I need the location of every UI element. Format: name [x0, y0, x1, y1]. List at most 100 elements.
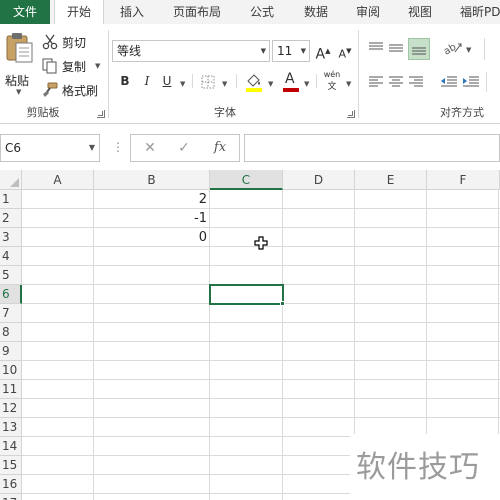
group-divider — [108, 30, 109, 118]
align-bottom-icon[interactable] — [408, 38, 430, 60]
align-center-icon[interactable] — [388, 74, 404, 90]
row-header-8[interactable]: 8 — [0, 323, 22, 342]
row-header-2[interactable]: 2 — [0, 209, 22, 228]
insert-function-icon[interactable]: fx — [205, 135, 235, 161]
fill-handle[interactable] — [280, 301, 285, 306]
decrease-indent-icon[interactable] — [440, 74, 458, 90]
copy-button[interactable]: 复制 ▼ — [42, 56, 104, 76]
fill-color-icon[interactable] — [244, 72, 264, 92]
align-left-icon[interactable] — [368, 74, 384, 90]
row-header-6[interactable]: 6 — [0, 285, 22, 304]
column-header-c[interactable]: C — [210, 170, 283, 190]
paste-label: 粘贴 — [5, 74, 30, 88]
row-header-12[interactable]: 12 — [0, 399, 22, 418]
copy-icon — [42, 58, 57, 74]
chevron-down-icon: ▼ — [300, 47, 306, 55]
paste-icon — [6, 33, 33, 63]
font-group-label: 字体 — [214, 106, 236, 119]
watermark-text: 软件技巧 — [356, 450, 480, 485]
tab-data[interactable]: 数据 — [294, 0, 338, 24]
scissors-icon — [42, 34, 58, 50]
underline-dropdown-icon[interactable]: ▼ — [180, 80, 185, 88]
paste-dropdown-icon[interactable]: ▼ — [16, 88, 21, 96]
row-header-17[interactable]: 17 — [0, 494, 22, 500]
gridline — [282, 190, 283, 500]
copy-dropdown-icon[interactable]: ▼ — [95, 62, 100, 70]
tab-view[interactable]: 视图 — [398, 0, 442, 24]
tab-formulas[interactable]: 公式 — [240, 0, 284, 24]
tab-page-layout[interactable]: 页面布局 — [164, 0, 230, 24]
phonetic-guide-icon[interactable]: wén 文 — [322, 70, 342, 92]
font-size-select[interactable]: 11 ▼ — [272, 40, 310, 62]
cancel-icon[interactable]: ✕ — [135, 135, 165, 161]
underline-button[interactable]: U — [158, 72, 176, 90]
align-middle-icon[interactable] — [388, 40, 404, 56]
row-header-13[interactable]: 13 — [0, 418, 22, 437]
row-header-10[interactable]: 10 — [0, 361, 22, 380]
orientation-icon[interactable]: ab — [442, 38, 464, 58]
column-header-d[interactable]: D — [283, 170, 355, 190]
formula-input[interactable] — [244, 134, 500, 162]
font-launcher-icon[interactable] — [347, 110, 355, 118]
align-top-icon[interactable] — [368, 40, 384, 56]
gridline — [22, 360, 500, 361]
format-painter-icon — [43, 82, 58, 97]
tab-home[interactable]: 开始 — [54, 0, 104, 24]
tab-review[interactable]: 审阅 — [346, 0, 390, 24]
row-header-4[interactable]: 4 — [0, 247, 22, 266]
row-header-9[interactable]: 9 — [0, 342, 22, 361]
tab-file[interactable]: 文件 — [0, 0, 50, 24]
row-header-5[interactable]: 5 — [0, 266, 22, 285]
cell-b1[interactable]: 2 — [94, 190, 210, 209]
font-name-select[interactable]: 等线 ▼ — [112, 40, 270, 62]
tab-foxit-pdf[interactable]: 福昕PD — [452, 0, 500, 24]
column-header-f[interactable]: F — [427, 170, 500, 190]
divider — [192, 74, 193, 88]
watermark: 软件技巧 — [350, 434, 500, 500]
cut-label: 剪切 — [62, 36, 87, 50]
cell-b3[interactable]: 0 — [94, 228, 210, 247]
enter-icon[interactable]: ✓ — [169, 135, 199, 161]
select-all-button[interactable] — [0, 170, 22, 190]
fill-color-dropdown-icon[interactable]: ▼ — [268, 80, 273, 88]
row-header-3[interactable]: 3 — [0, 228, 22, 247]
orientation-dropdown-icon[interactable]: ▼ — [466, 46, 471, 54]
column-header-b[interactable]: B — [94, 170, 210, 190]
chevron-down-icon: ▼ — [260, 47, 266, 55]
cursor-cross-icon — [254, 236, 268, 250]
clipboard-launcher-icon[interactable] — [97, 110, 105, 118]
format-painter-button[interactable]: 格式刷 — [42, 80, 102, 100]
divider — [486, 72, 487, 92]
cut-button[interactable]: 剪切 — [42, 32, 98, 52]
font-color-icon[interactable]: A — [282, 71, 300, 93]
formula-bar-grip-icon[interactable]: ⋮ — [112, 140, 124, 154]
font-color-dropdown-icon[interactable]: ▼ — [304, 80, 309, 88]
row-header-15[interactable]: 15 — [0, 456, 22, 475]
phonetic-dropdown-icon[interactable]: ▼ — [346, 80, 351, 88]
tab-insert[interactable]: 插入 — [110, 0, 154, 24]
bold-button[interactable]: B — [116, 72, 134, 90]
divider — [484, 38, 485, 60]
border-icon[interactable] — [200, 74, 216, 90]
divider — [316, 74, 317, 88]
grow-font-icon[interactable]: A▲ — [314, 42, 332, 63]
row-header-14[interactable]: 14 — [0, 437, 22, 456]
paste-button[interactable]: 粘贴 ▼ — [2, 32, 36, 96]
increase-indent-icon[interactable] — [462, 74, 480, 90]
name-box[interactable]: C6 ▼ — [0, 134, 100, 162]
row-header-11[interactable]: 11 — [0, 380, 22, 399]
name-box-value: C6 — [5, 141, 22, 155]
italic-button[interactable]: I — [138, 72, 156, 90]
border-dropdown-icon[interactable]: ▼ — [222, 80, 227, 88]
active-cell-c6[interactable] — [209, 284, 284, 305]
shrink-font-icon[interactable]: A▼ — [336, 42, 354, 61]
cell-b2[interactable]: -1 — [94, 209, 210, 228]
column-header-e[interactable]: E — [355, 170, 427, 190]
row-header-1[interactable]: 1 — [0, 190, 22, 209]
row-header-16[interactable]: 16 — [0, 475, 22, 494]
ribbon-home: 粘贴 ▼ 剪切 复制 ▼ 格式刷 剪贴板 等线 ▼ 11 ▼ A▲ A▼ B I… — [0, 24, 500, 124]
row-header-7[interactable]: 7 — [0, 304, 22, 323]
column-header-a[interactable]: A — [22, 170, 94, 190]
align-right-icon[interactable] — [408, 74, 424, 90]
divider — [236, 74, 237, 88]
